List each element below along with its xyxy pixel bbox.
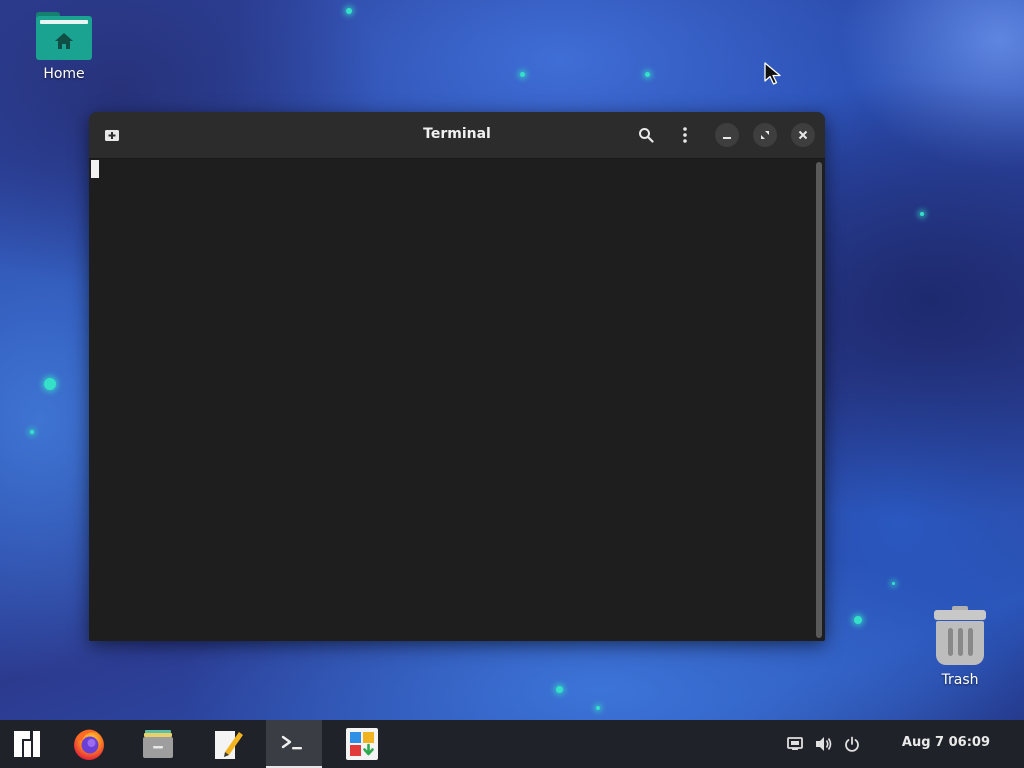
terminal-icon <box>281 735 302 750</box>
taskbar-text-editor[interactable] <box>201 720 255 768</box>
menu-button[interactable] <box>673 123 697 147</box>
terminal-output[interactable] <box>89 159 815 641</box>
firefox-icon <box>74 729 104 760</box>
taskbar-firefox[interactable] <box>62 720 116 768</box>
minimize-icon <box>723 137 731 139</box>
search-button[interactable] <box>634 123 658 147</box>
taskbar: Aug 7 06:09 <box>0 720 1024 768</box>
manjaro-logo-icon <box>14 731 40 757</box>
trash-desktop-icon[interactable]: Trash <box>920 606 1000 688</box>
text-cursor <box>91 160 99 178</box>
close-icon <box>798 130 808 140</box>
terminal-window[interactable]: Terminal <box>89 112 825 641</box>
clock[interactable]: Aug 7 06:09 <box>902 735 990 750</box>
home-folder-icon <box>36 12 92 60</box>
network-indicator[interactable] <box>785 734 805 754</box>
network-wired-icon <box>787 737 803 750</box>
trash-label: Trash <box>941 672 979 688</box>
taskbar-software[interactable] <box>335 720 389 768</box>
maximize-button[interactable] <box>753 123 777 147</box>
new-tab-icon <box>105 130 119 141</box>
software-center-icon <box>346 728 378 760</box>
minimize-button[interactable] <box>715 123 739 147</box>
search-icon <box>639 128 654 143</box>
power-indicator[interactable] <box>842 734 862 754</box>
files-icon <box>143 730 173 758</box>
scrollbar[interactable] <box>816 162 822 638</box>
volume-icon <box>816 737 832 751</box>
power-icon <box>845 736 859 752</box>
home-label: Home <box>43 66 85 82</box>
trash-icon <box>932 606 988 666</box>
text-editor-icon <box>215 731 243 759</box>
headerbar[interactable]: Terminal <box>89 112 825 159</box>
taskbar-terminal[interactable] <box>266 720 322 768</box>
new-tab-button[interactable] <box>100 123 124 147</box>
volume-indicator[interactable] <box>814 734 834 754</box>
application-menu-button[interactable] <box>0 720 54 768</box>
taskbar-files[interactable] <box>131 720 185 768</box>
home-desktop-icon[interactable]: Home <box>24 12 104 82</box>
close-button[interactable] <box>791 123 815 147</box>
maximize-icon <box>761 131 769 139</box>
kebab-menu-icon <box>683 127 687 143</box>
mouse-pointer-icon <box>764 62 781 85</box>
